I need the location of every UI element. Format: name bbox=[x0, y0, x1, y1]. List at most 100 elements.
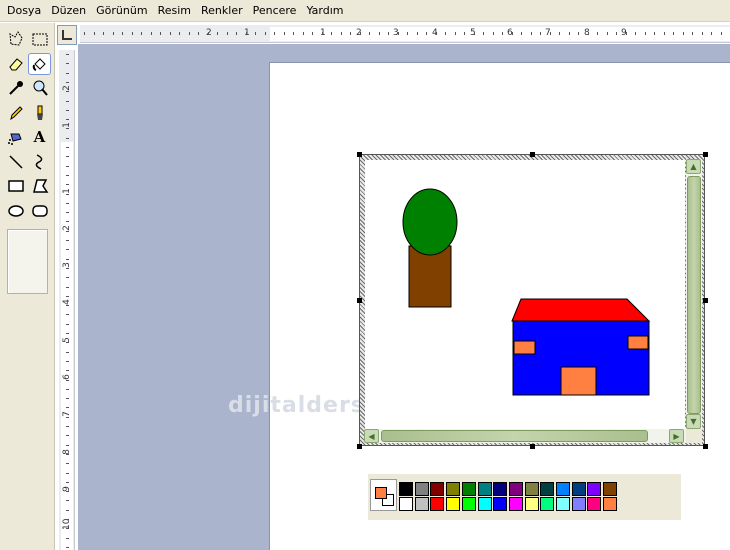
polygon-icon bbox=[32, 179, 48, 193]
curve-icon bbox=[35, 153, 42, 170]
brush-icon bbox=[36, 105, 43, 120]
resize-handle[interactable] bbox=[530, 152, 535, 157]
magnifier-tool[interactable] bbox=[28, 77, 51, 99]
menu-renkler[interactable]: Renkler bbox=[196, 1, 248, 21]
palette-swatch[interactable] bbox=[399, 482, 413, 496]
fill-with-color-icon bbox=[32, 57, 46, 71]
menu-düzen[interactable]: Düzen bbox=[46, 1, 91, 21]
pick-color-icon bbox=[8, 81, 23, 95]
brush-tool[interactable] bbox=[28, 102, 51, 124]
resize-handle[interactable] bbox=[357, 298, 362, 303]
ruler-corner-icon bbox=[62, 30, 72, 40]
eraser-tool[interactable] bbox=[4, 53, 27, 75]
rectangle-tool[interactable] bbox=[4, 175, 27, 197]
text-icon: A bbox=[33, 128, 46, 146]
eraser-icon bbox=[8, 57, 23, 70]
palette-swatch[interactable] bbox=[446, 482, 461, 496]
v-ruler-number: 8 bbox=[62, 449, 72, 455]
vertical-scrollbar[interactable]: ▲ ▼ bbox=[686, 159, 702, 429]
scroll-up-button[interactable]: ▲ bbox=[686, 159, 701, 174]
palette-swatch[interactable] bbox=[587, 482, 602, 496]
fill-with-color-tool[interactable] bbox=[28, 52, 51, 75]
resize-handle[interactable] bbox=[703, 152, 708, 157]
palette-swatch[interactable] bbox=[414, 497, 429, 511]
rounded-rectangle-icon bbox=[31, 204, 48, 217]
palette-swatch[interactable] bbox=[603, 497, 618, 511]
vertical-scroll-thumb[interactable] bbox=[687, 176, 701, 414]
resize-handle[interactable] bbox=[357, 444, 362, 449]
color-palette bbox=[368, 474, 681, 520]
menu-bar: Dosya Düzen Görünüm Resim Renkler Pencere Yard… bbox=[0, 0, 730, 22]
primary-color[interactable] bbox=[375, 487, 387, 499]
tool-options-box[interactable] bbox=[7, 229, 48, 294]
airbrush-icon bbox=[7, 133, 22, 145]
scroll-down-button[interactable]: ▼ bbox=[686, 414, 701, 429]
horizontal-scrollbar[interactable]: ◀ ▶ bbox=[364, 429, 686, 443]
text-tool[interactable]: A bbox=[28, 126, 51, 148]
line-tool[interactable] bbox=[4, 151, 27, 173]
vertical-ruler: 2 1 1 2 3 4 5 6 7 8 9 10 bbox=[59, 50, 75, 550]
palette-swatch[interactable] bbox=[524, 497, 539, 511]
resize-handle[interactable] bbox=[703, 444, 708, 449]
polygon-tool[interactable] bbox=[28, 175, 51, 197]
drawing-canvas[interactable] bbox=[365, 160, 685, 429]
pencil-icon bbox=[9, 105, 23, 120]
house-roof bbox=[511, 298, 651, 322]
palette-swatch[interactable] bbox=[493, 482, 508, 496]
rounded-rectangle-tool[interactable] bbox=[28, 200, 51, 222]
palette-swatch[interactable] bbox=[493, 497, 508, 511]
palette-swatch[interactable] bbox=[540, 482, 555, 496]
palette-swatch[interactable] bbox=[524, 482, 539, 496]
palette-swatch[interactable] bbox=[461, 497, 476, 511]
menu-yardım[interactable]: Yardım bbox=[301, 1, 348, 21]
rectangle-select-tool[interactable] bbox=[28, 28, 51, 50]
palette-swatch[interactable] bbox=[430, 497, 445, 511]
v-ruler-number: 6 bbox=[62, 374, 72, 380]
resize-handle[interactable] bbox=[703, 298, 708, 303]
palette-swatch[interactable] bbox=[540, 497, 555, 511]
toolbox: A bbox=[0, 23, 55, 550]
palette-swatch[interactable] bbox=[603, 482, 618, 496]
palette-swatch[interactable] bbox=[399, 497, 413, 511]
palette-swatch[interactable] bbox=[556, 482, 570, 496]
scroll-right-button[interactable]: ▶ bbox=[669, 429, 684, 443]
horizontal-scroll-thumb[interactable] bbox=[381, 430, 648, 442]
menu-görünüm[interactable]: Görünüm bbox=[91, 1, 152, 21]
palette-swatch[interactable] bbox=[587, 497, 602, 511]
menu-pencere[interactable]: Pencere bbox=[248, 1, 302, 21]
palette-swatch[interactable] bbox=[446, 497, 461, 511]
palette-swatch[interactable] bbox=[430, 482, 445, 496]
ellipse-icon bbox=[7, 204, 24, 217]
ruler-corner-button[interactable] bbox=[57, 25, 77, 45]
palette-swatch[interactable] bbox=[477, 482, 492, 496]
palette-swatch[interactable] bbox=[571, 497, 586, 511]
ellipse-tool[interactable] bbox=[4, 200, 27, 222]
tree-top bbox=[402, 188, 458, 256]
menu-resim[interactable]: Resim bbox=[153, 1, 196, 21]
current-colors bbox=[370, 479, 397, 511]
palette-swatch[interactable] bbox=[508, 482, 523, 496]
v-ruler-number: 5 bbox=[62, 337, 72, 343]
palette-swatch[interactable] bbox=[414, 482, 429, 496]
drawing bbox=[402, 188, 651, 396]
picture-frame[interactable]: ▲ ▼ ◀ ▶ bbox=[357, 152, 708, 449]
curve-tool[interactable] bbox=[28, 151, 51, 173]
pick-color-tool[interactable] bbox=[4, 77, 27, 99]
palette-swatch[interactable] bbox=[556, 497, 570, 511]
resize-handle[interactable] bbox=[530, 444, 535, 449]
scroll-corner bbox=[686, 429, 702, 443]
resize-handle[interactable] bbox=[357, 152, 362, 157]
horizontal-ruler: 21123456789 bbox=[80, 25, 730, 43]
airbrush-tool[interactable] bbox=[4, 126, 27, 148]
scroll-left-button[interactable]: ◀ bbox=[364, 429, 379, 443]
house-window-right bbox=[627, 335, 649, 350]
line-icon bbox=[8, 154, 23, 169]
free-form-select-tool[interactable] bbox=[4, 28, 27, 50]
house-door bbox=[560, 366, 597, 396]
palette-swatch[interactable] bbox=[477, 497, 492, 511]
palette-swatch[interactable] bbox=[508, 497, 523, 511]
palette-swatch[interactable] bbox=[571, 482, 586, 496]
pencil-tool[interactable] bbox=[4, 102, 27, 124]
palette-swatch[interactable] bbox=[461, 482, 476, 496]
menu-dosya[interactable]: Dosya bbox=[2, 1, 46, 21]
